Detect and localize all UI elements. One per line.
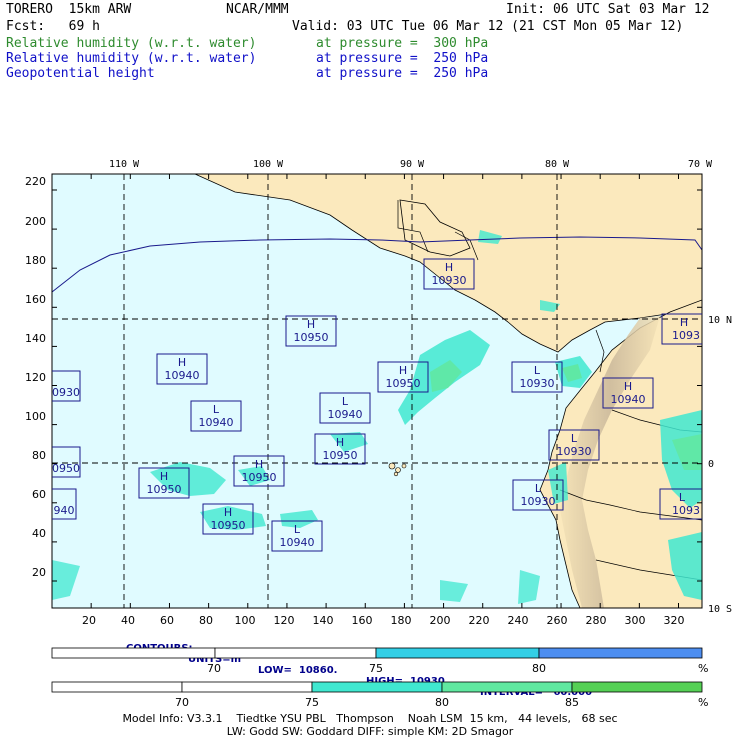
svg-text:10950: 10950 bbox=[147, 483, 182, 496]
svg-text:L: L bbox=[534, 364, 541, 377]
colorbar-250hpa bbox=[51, 647, 703, 659]
svg-text:L: L bbox=[342, 395, 349, 408]
x-tick: 120 bbox=[274, 614, 295, 627]
x-tick: 60 bbox=[160, 614, 174, 627]
lon-label: 90 W bbox=[400, 159, 425, 170]
lon-label: 80 W bbox=[545, 159, 570, 170]
x-tick: 200 bbox=[430, 614, 451, 627]
colorbar-300-tick: 85 bbox=[565, 696, 579, 709]
y-tick: 40 bbox=[32, 527, 46, 540]
lon-label: 70 W bbox=[688, 159, 713, 170]
colorbar-250-unit: % bbox=[698, 662, 709, 675]
x-tick: 100 bbox=[235, 614, 256, 627]
svg-text:10930: 10930 bbox=[432, 274, 467, 287]
x-tick: 240 bbox=[508, 614, 529, 627]
y-tick: 200 bbox=[25, 215, 46, 228]
svg-text:10940: 10940 bbox=[280, 536, 315, 549]
x-tick: 40 bbox=[121, 614, 135, 627]
y-tick: 160 bbox=[25, 293, 46, 306]
lon-label: 110 W bbox=[109, 159, 140, 170]
y-tick: 220 bbox=[25, 175, 46, 188]
weather-map: 220 200 180 160 140 120 100 80 60 40 20 … bbox=[25, 159, 732, 627]
lat-label: 10 N bbox=[708, 315, 732, 326]
svg-text:H: H bbox=[445, 261, 453, 274]
svg-text:10950: 10950 bbox=[211, 519, 246, 532]
lat-label: 10 S bbox=[708, 604, 732, 615]
svg-text:L: L bbox=[679, 491, 686, 504]
svg-text:10940: 10940 bbox=[611, 393, 646, 406]
svg-text:H: H bbox=[307, 318, 315, 331]
colorbar-250-tick: 75 bbox=[369, 662, 383, 675]
x-tick: 140 bbox=[313, 614, 334, 627]
svg-text:L: L bbox=[535, 482, 542, 495]
model-info-line-1: Model Info: V3.3.1 Tiedtke YSU PBL Thomp… bbox=[122, 712, 618, 725]
colorbar-300hpa bbox=[51, 681, 703, 693]
svg-text:10950: 10950 bbox=[323, 449, 358, 462]
svg-text:H: H bbox=[178, 356, 186, 369]
colorbar-300-unit: % bbox=[698, 696, 709, 709]
svg-text:H: H bbox=[399, 364, 407, 377]
svg-text:10940: 10940 bbox=[199, 416, 234, 429]
svg-text:0950: 0950 bbox=[52, 462, 80, 475]
colorbar-250-tick: 70 bbox=[207, 662, 221, 675]
x-tick: 320 bbox=[664, 614, 685, 627]
y-tick: 140 bbox=[25, 332, 46, 345]
colorbar-250-tick: 80 bbox=[532, 662, 546, 675]
lon-label: 100 W bbox=[253, 159, 284, 170]
svg-text:L: L bbox=[213, 403, 220, 416]
y-tick: 100 bbox=[25, 410, 46, 423]
contours-low: LOW= 10860. bbox=[258, 665, 338, 676]
svg-text:1093: 1093 bbox=[672, 504, 700, 517]
x-tick: 20 bbox=[82, 614, 96, 627]
svg-text:10940: 10940 bbox=[328, 408, 363, 421]
model-info-line-2: LW: Godd SW: Goddard DIFF: simple KM: 2D… bbox=[226, 725, 514, 738]
svg-text:H: H bbox=[624, 380, 632, 393]
x-tick: 180 bbox=[391, 614, 412, 627]
y-tick: 60 bbox=[32, 488, 46, 501]
svg-text:L: L bbox=[294, 523, 301, 536]
y-tick: 20 bbox=[32, 566, 46, 579]
y-tick: 180 bbox=[25, 254, 46, 267]
x-tick: 220 bbox=[469, 614, 490, 627]
svg-text:10950: 10950 bbox=[242, 471, 277, 484]
svg-text:10930: 10930 bbox=[520, 377, 555, 390]
svg-text:1093: 1093 bbox=[672, 329, 700, 342]
x-tick: 280 bbox=[586, 614, 607, 627]
svg-text:H: H bbox=[224, 506, 232, 519]
colorbar-300-tick: 70 bbox=[175, 696, 189, 709]
svg-text:10950: 10950 bbox=[386, 377, 421, 390]
x-tick: 160 bbox=[352, 614, 373, 627]
svg-text:0930: 0930 bbox=[52, 386, 80, 399]
y-tick: 80 bbox=[32, 449, 46, 462]
svg-text:10930: 10930 bbox=[521, 495, 556, 508]
colorbar-300-tick: 75 bbox=[305, 696, 319, 709]
lat-label: 0 bbox=[708, 459, 714, 470]
svg-text:940: 940 bbox=[54, 504, 75, 517]
svg-text:10940: 10940 bbox=[165, 369, 200, 382]
svg-text:H: H bbox=[255, 458, 263, 471]
svg-text:10950: 10950 bbox=[294, 331, 329, 344]
x-tick: 300 bbox=[625, 614, 646, 627]
svg-text:10930: 10930 bbox=[557, 445, 592, 458]
svg-text:H: H bbox=[680, 316, 688, 329]
svg-text:H: H bbox=[336, 436, 344, 449]
svg-text:L: L bbox=[571, 432, 578, 445]
y-tick: 120 bbox=[25, 371, 46, 384]
x-tick: 80 bbox=[199, 614, 213, 627]
svg-text:H: H bbox=[160, 470, 168, 483]
x-tick: 260 bbox=[547, 614, 568, 627]
colorbar-300-tick: 80 bbox=[435, 696, 449, 709]
